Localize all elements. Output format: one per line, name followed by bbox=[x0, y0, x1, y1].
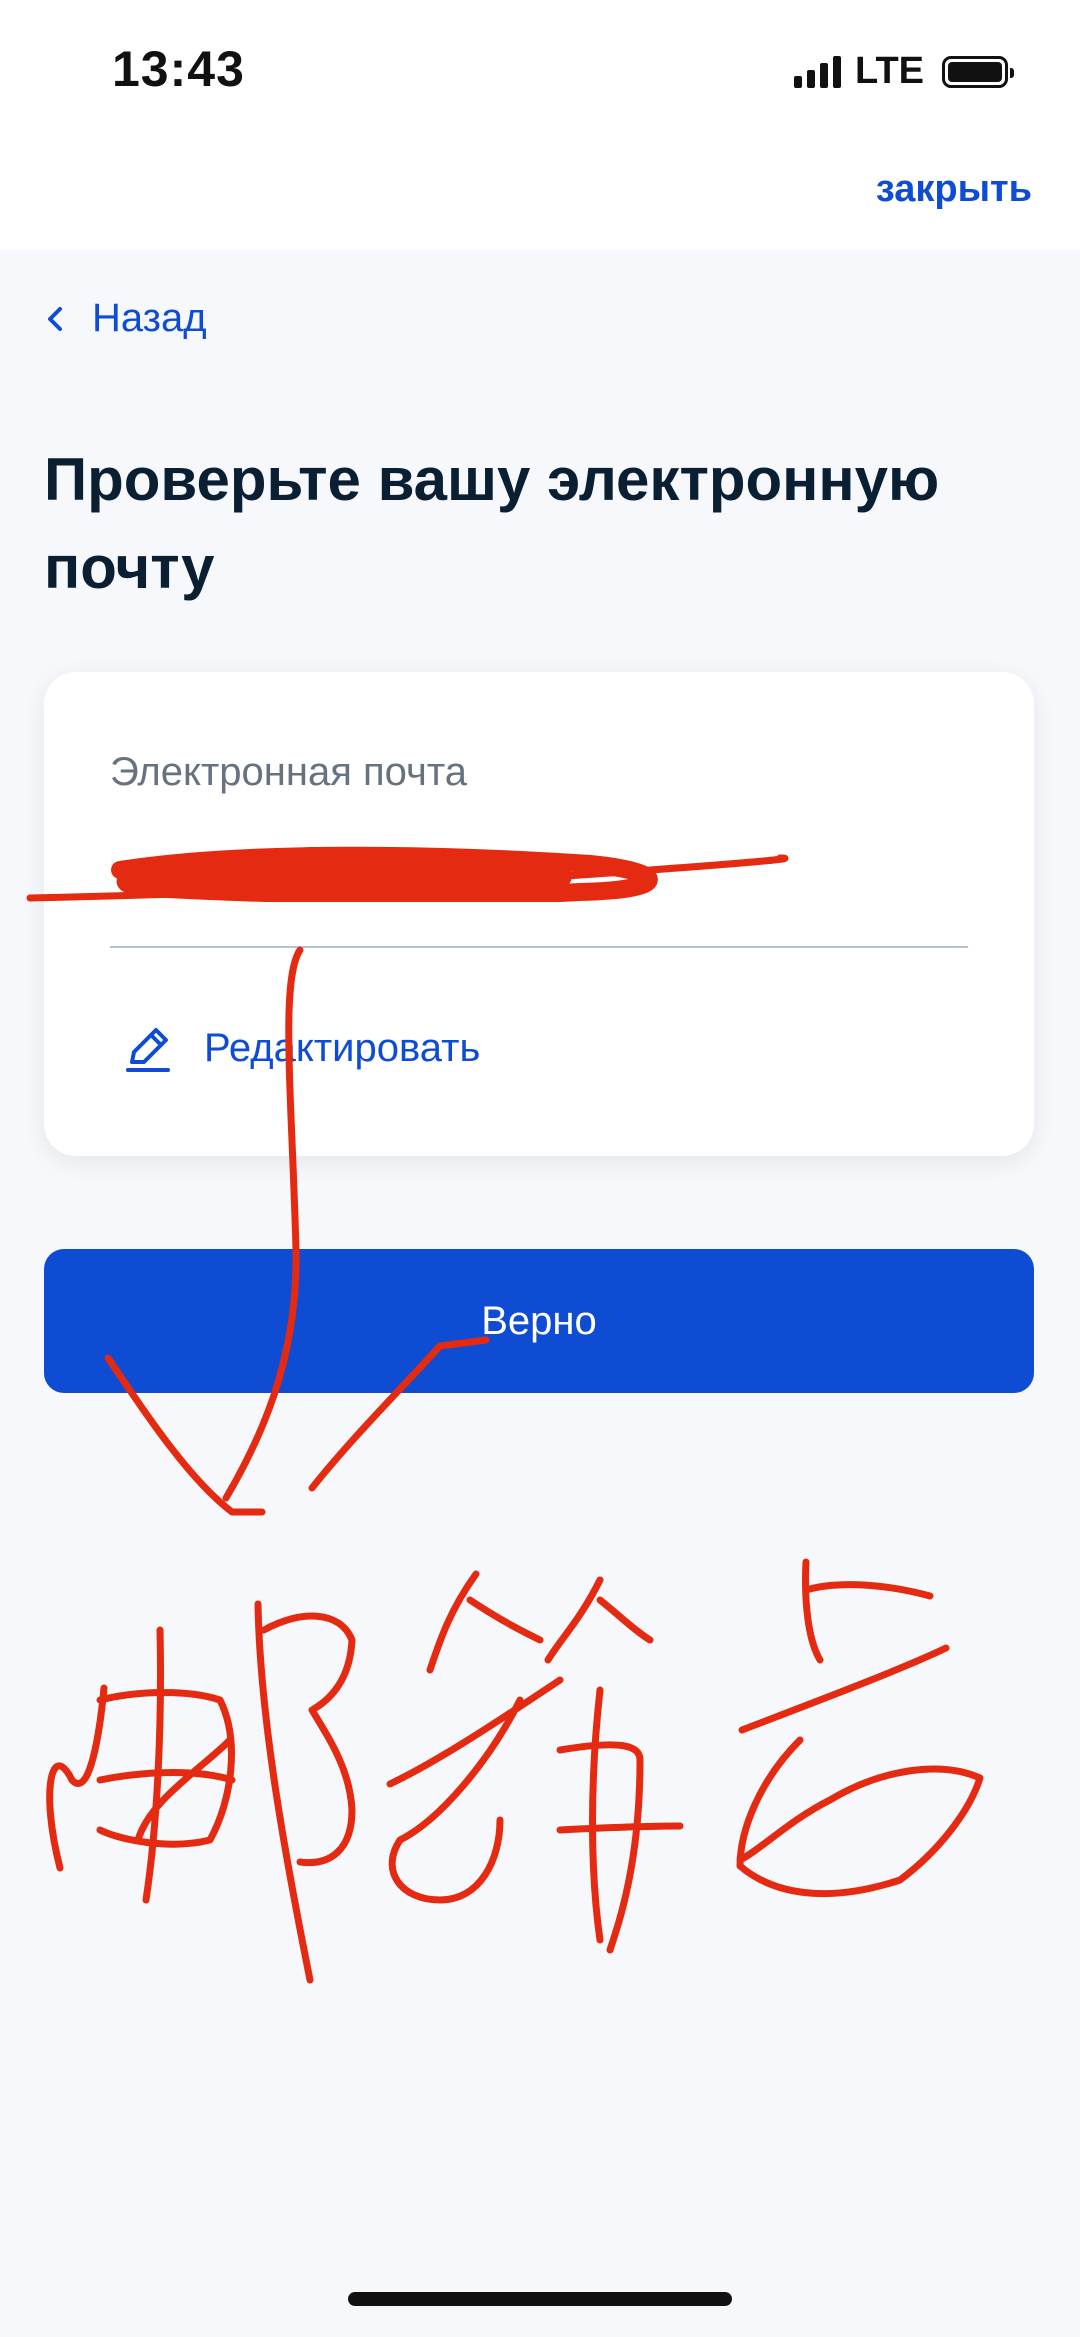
pencil-icon bbox=[126, 1028, 170, 1072]
annotation-char-you-radical bbox=[254, 1600, 356, 1984]
battery-icon bbox=[942, 55, 1014, 88]
home-indicator[interactable] bbox=[348, 2292, 732, 2306]
close-link[interactable]: закрыть bbox=[876, 168, 1032, 211]
annotation-char-hao bbox=[736, 1558, 984, 1898]
email-field-underline bbox=[110, 946, 968, 948]
top-bar bbox=[0, 0, 1080, 250]
back-button[interactable]: Назад bbox=[44, 296, 207, 341]
chevron-left-icon bbox=[48, 306, 62, 331]
redaction-scribble bbox=[111, 846, 658, 905]
email-field-label: Электронная почта bbox=[110, 750, 467, 794]
status-indicators: LTE bbox=[794, 50, 1014, 93]
handwritten-annotation bbox=[26, 854, 984, 1984]
signal-strength-icon bbox=[794, 55, 842, 88]
status-time: 13:43 bbox=[112, 41, 245, 97]
confirm-button[interactable]: Верно bbox=[44, 1249, 1034, 1393]
email-card: Электронная почта Редактировать bbox=[44, 672, 1034, 1156]
edit-label: Редактировать bbox=[204, 1025, 481, 1070]
annotation-char-xiang bbox=[386, 1570, 684, 1954]
email-value-redacted bbox=[110, 842, 970, 905]
network-type: LTE bbox=[855, 50, 924, 92]
back-label: Назад bbox=[92, 296, 207, 340]
annotation-char-you bbox=[46, 1626, 236, 1904]
edit-email-button[interactable]: Редактировать bbox=[122, 1022, 480, 1074]
page-title: Проверьте вашу электронную почту bbox=[44, 446, 940, 601]
